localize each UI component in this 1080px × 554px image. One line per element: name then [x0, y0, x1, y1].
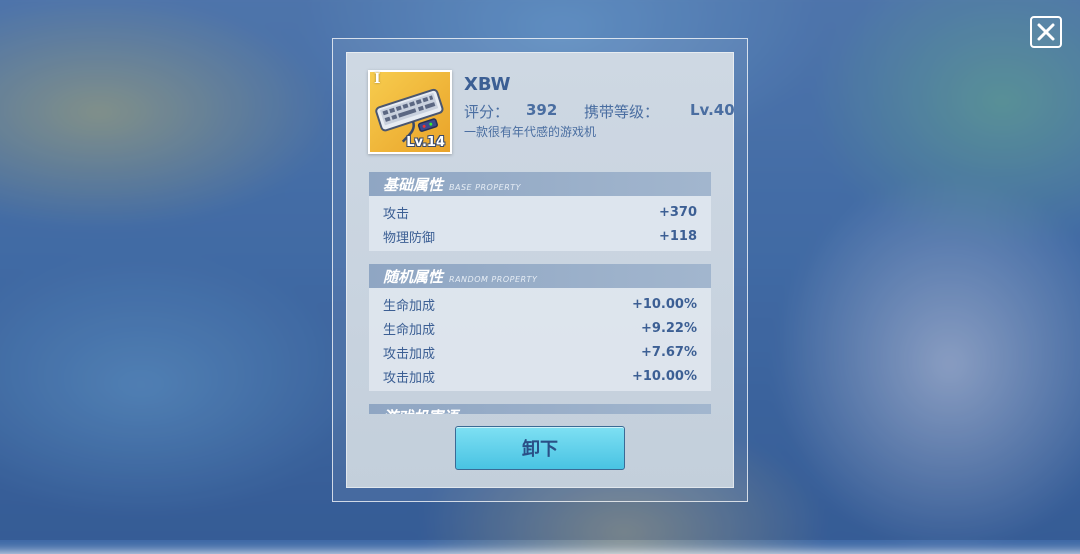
item-level-badge: Lv.14 [406, 135, 445, 150]
property-name: 生命加成 [383, 322, 436, 338]
base-property-title: 基础属性 [383, 176, 444, 194]
property-row: 物理防御 +118 [383, 224, 697, 248]
item-tier-mark: I [374, 71, 381, 87]
score-label: 评分： [464, 103, 510, 121]
property-row: 生命加成 +10.00% [383, 292, 697, 316]
property-row: 攻击加成 +10.00% [383, 364, 697, 388]
random-property-subtitle: RANDOM PROPERTY [449, 275, 538, 284]
score-line: 评分： 392 携带等级： Lv.40 [464, 101, 735, 122]
property-value: +118 [658, 228, 697, 244]
property-value: +370 [658, 204, 697, 220]
item-icon-card[interactable]: I Lv.14 [368, 70, 452, 154]
score-value: 392 [526, 101, 558, 119]
property-value: +10.00% [631, 368, 697, 384]
unequip-button[interactable]: 卸下 [455, 426, 625, 470]
property-value: +9.22% [641, 320, 697, 336]
carry-level-label: 携带等级： [584, 103, 660, 121]
random-property-section: 随机属性 RANDOM PROPERTY 生命加成 +10.00% 生命加成 +… [369, 264, 711, 391]
base-property-list: 攻击 +370 物理防御 +118 [369, 196, 711, 251]
base-property-header: 基础属性 BASE PROPERTY [369, 172, 711, 196]
property-name: 攻击 [383, 206, 410, 222]
item-name: XBW [464, 74, 511, 95]
property-name: 生命加成 [383, 298, 436, 314]
property-row: 攻击加成 +7.67% [383, 340, 697, 364]
random-property-header: 随机属性 RANDOM PROPERTY [369, 264, 711, 288]
next-section-title: 游戏机寄语 [369, 404, 711, 414]
next-section-peek[interactable]: 游戏机寄语 [369, 404, 711, 414]
property-value: +10.00% [631, 296, 697, 312]
property-name: 物理防御 [383, 230, 436, 246]
carry-level-value: Lv.40 [690, 101, 735, 119]
random-property-list: 生命加成 +10.00% 生命加成 +9.22% 攻击加成 +7.67% 攻击加… [369, 288, 711, 391]
property-name: 攻击加成 [383, 370, 436, 386]
base-property-section: 基础属性 BASE PROPERTY 攻击 +370 物理防御 +118 [369, 172, 711, 251]
property-row: 生命加成 +9.22% [383, 316, 697, 340]
property-value: +7.67% [641, 344, 697, 360]
close-button[interactable] [1030, 16, 1062, 48]
item-description: 一款很有年代感的游戏机 [464, 125, 597, 139]
base-property-subtitle: BASE PROPERTY [449, 183, 522, 192]
close-icon [1037, 23, 1055, 41]
property-row: 攻击 +370 [383, 200, 697, 224]
item-detail-panel: I Lv.14 XBW 评分： 392 携带等级： Lv.40 一款很有年代感的… [346, 52, 735, 488]
property-name: 攻击加成 [383, 346, 436, 362]
random-property-title: 随机属性 [383, 268, 444, 286]
